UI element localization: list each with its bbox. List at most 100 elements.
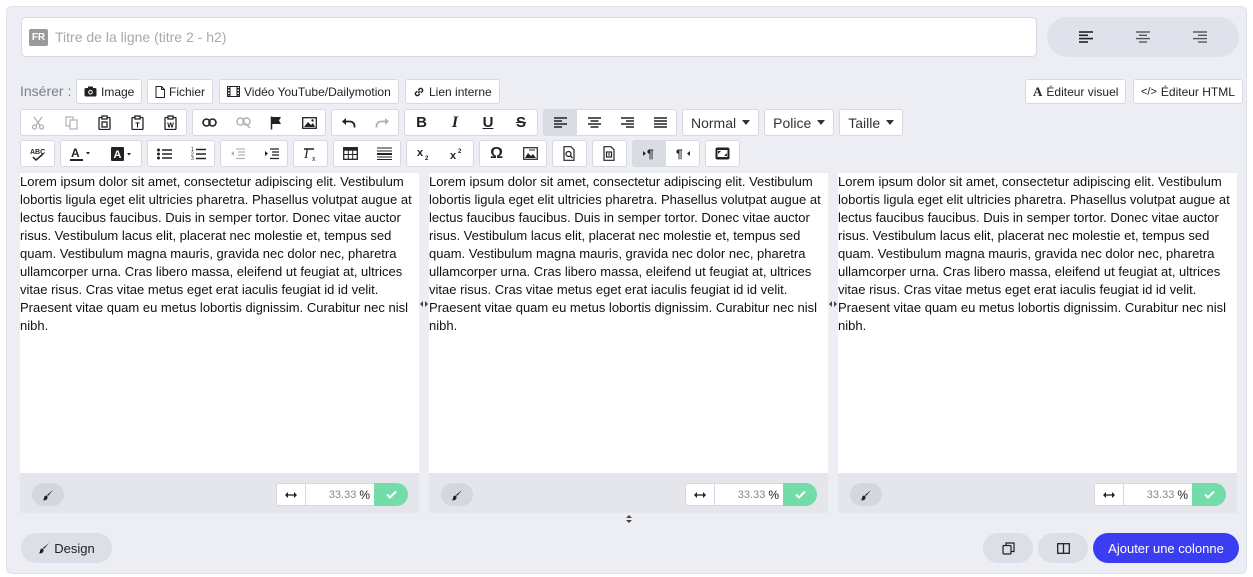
- script-group: x2 x2: [406, 140, 474, 167]
- outdent-icon: [231, 147, 245, 159]
- insert-picture-button[interactable]: [292, 110, 325, 135]
- insert-file-button[interactable]: Fichier: [147, 79, 214, 104]
- maximize-button[interactable]: [706, 141, 739, 166]
- column-2-content[interactable]: Lorem ipsum dolor sit amet, consectetur …: [429, 173, 828, 335]
- size-dropdown[interactable]: Taille: [839, 109, 904, 136]
- row-title-input[interactable]: FR Titre de la ligne (titre 2 - h2): [21, 17, 1037, 57]
- horizontal-rule-button[interactable]: [367, 141, 400, 166]
- design-button[interactable]: Design: [21, 533, 112, 563]
- insert-table-button[interactable]: [334, 141, 367, 166]
- column-1-width-input[interactable]: 33.33 %: [306, 483, 374, 506]
- paste-text-button[interactable]: T: [120, 110, 153, 135]
- font-dropdown[interactable]: Police: [764, 109, 835, 136]
- title-alignment-group: [1047, 17, 1239, 57]
- preview-icon: [563, 146, 575, 161]
- templates-button[interactable]: [593, 141, 626, 166]
- underline-button[interactable]: U: [471, 110, 504, 135]
- insert-video-button[interactable]: Vidéo YouTube/Dailymotion: [219, 79, 399, 104]
- remove-format-button[interactable]: Ix: [294, 141, 327, 166]
- column-3-content[interactable]: Lorem ipsum dolor sit amet, consectetur …: [838, 173, 1237, 335]
- underline-icon: U: [482, 114, 494, 131]
- superscript-button[interactable]: x2: [440, 141, 473, 166]
- insert-iframe-button[interactable]: [513, 141, 546, 166]
- text-style-group: B I U S: [404, 109, 538, 136]
- column-3-width-unit: %: [1177, 487, 1188, 502]
- subscript-button[interactable]: x2: [407, 141, 440, 166]
- row-title-placeholder: Titre de la ligne (titre 2 - h2): [55, 29, 227, 45]
- paste-word-button[interactable]: W: [153, 110, 186, 135]
- copy-button[interactable]: [54, 110, 87, 135]
- maximize-icon: [715, 147, 730, 160]
- column-3-width-input[interactable]: 33.33 %: [1124, 483, 1192, 506]
- undo-icon: [342, 118, 356, 128]
- anchor-button[interactable]: [259, 110, 292, 135]
- preview-group: [552, 140, 587, 167]
- visual-editor-button[interactable]: A Éditeur visuel: [1025, 79, 1127, 104]
- indent-button[interactable]: [254, 141, 287, 166]
- html-editor-button[interactable]: </> Éditeur HTML: [1133, 79, 1243, 104]
- column-2-width-unit: %: [768, 487, 779, 502]
- superscript-icon: x2: [450, 149, 462, 160]
- bold-button[interactable]: B: [405, 110, 438, 135]
- align-center-button[interactable]: [577, 110, 610, 135]
- background-color-button[interactable]: A: [101, 141, 141, 166]
- add-column-button[interactable]: Ajouter une colonne: [1093, 533, 1239, 563]
- align-title-left-button[interactable]: [1066, 22, 1106, 52]
- copy-icon: [64, 115, 78, 130]
- insert-internal-link-button[interactable]: Lien interne: [405, 79, 500, 104]
- align-center-icon: [587, 117, 601, 128]
- insert-image-button[interactable]: Image: [76, 79, 143, 104]
- column-1-width-control: 33.33 %: [276, 483, 408, 506]
- column-1-content[interactable]: Lorem ipsum dolor sit amet, consectetur …: [20, 173, 419, 335]
- column-2-width-input[interactable]: 33.33 %: [715, 483, 783, 506]
- layout-columns-button[interactable]: [1038, 533, 1088, 563]
- bulleted-list-button[interactable]: [148, 141, 181, 166]
- text-color-button[interactable]: A: [61, 141, 101, 166]
- align-left-button[interactable]: [544, 110, 577, 135]
- column-1-width-confirm-button[interactable]: [374, 483, 408, 506]
- column-2-style-button[interactable]: [441, 483, 473, 506]
- ltr-button[interactable]: ¶: [633, 141, 666, 166]
- column-3-style-button[interactable]: [850, 483, 882, 506]
- design-label: Design: [54, 540, 95, 556]
- svg-text:A: A: [113, 149, 121, 161]
- cut-button[interactable]: [21, 110, 54, 135]
- outdent-button[interactable]: [221, 141, 254, 166]
- preview-button[interactable]: [553, 141, 586, 166]
- column-1-style-button[interactable]: [32, 483, 64, 506]
- link-icon: [414, 87, 424, 96]
- numbered-list-button[interactable]: 123: [181, 141, 214, 166]
- rtl-button[interactable]: ¶: [666, 141, 699, 166]
- column-2-width-confirm-button[interactable]: [783, 483, 817, 506]
- row-resize-handle[interactable]: [624, 515, 634, 523]
- special-character-button[interactable]: Ω: [480, 141, 513, 166]
- clipboard-group: T W: [20, 109, 187, 136]
- column-3-width-confirm-button[interactable]: [1192, 483, 1226, 506]
- undo-button[interactable]: [332, 110, 365, 135]
- paragraph-align-group: [543, 109, 677, 136]
- column-splitter-1[interactable]: [419, 299, 429, 309]
- column-splitter-2[interactable]: [828, 299, 838, 309]
- align-justify-button[interactable]: [643, 110, 676, 135]
- unlink-button[interactable]: [226, 110, 259, 135]
- svg-text:x: x: [417, 147, 424, 159]
- chain-link-icon: [202, 118, 217, 127]
- paste-button[interactable]: [87, 110, 120, 135]
- row-editor-panel: FR Titre de la ligne (titre 2 - h2) Insé…: [6, 6, 1247, 574]
- resize-horizontal-icon: [829, 301, 837, 307]
- history-group: [331, 109, 399, 136]
- format-dropdown[interactable]: Normal: [682, 109, 760, 136]
- iframe-icon: [522, 147, 538, 160]
- redo-button[interactable]: [365, 110, 398, 135]
- insert-link-button[interactable]: [193, 110, 226, 135]
- strikethrough-button[interactable]: S: [504, 110, 537, 135]
- duplicate-row-button[interactable]: [983, 533, 1033, 563]
- align-right-button[interactable]: [610, 110, 643, 135]
- strikethrough-icon: S: [515, 114, 526, 131]
- align-title-center-button[interactable]: [1123, 22, 1163, 52]
- spellcheck-button[interactable]: ABC: [21, 141, 54, 166]
- align-title-right-button[interactable]: [1180, 22, 1220, 52]
- insert-image-label: Image: [101, 84, 135, 99]
- italic-button[interactable]: I: [438, 110, 471, 135]
- svg-text:2: 2: [425, 156, 429, 160]
